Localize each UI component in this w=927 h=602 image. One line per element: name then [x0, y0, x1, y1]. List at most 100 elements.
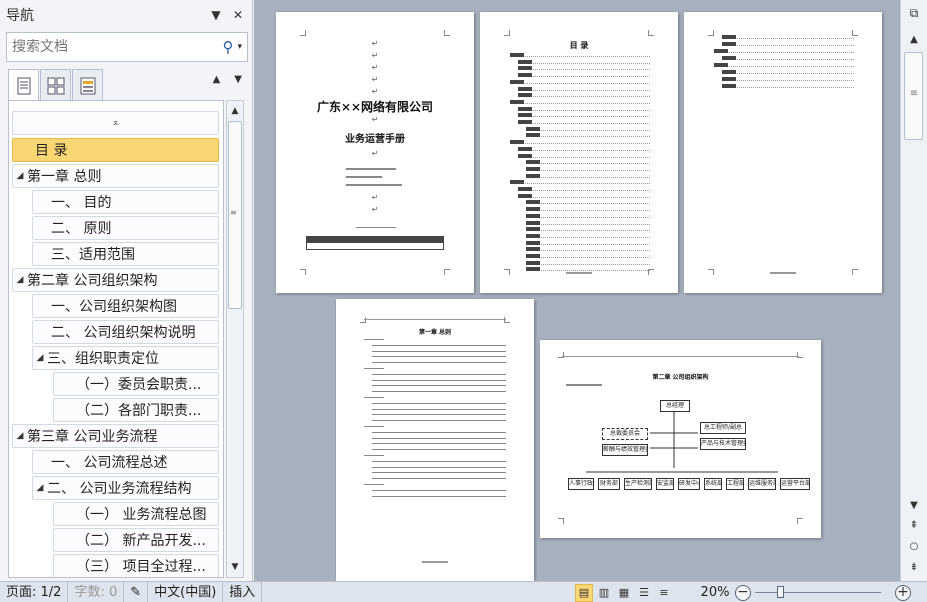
org-dept-box: 系统部: [704, 478, 722, 490]
scroll-up-icon[interactable]: ▲: [901, 34, 927, 45]
toc-entry: [526, 260, 650, 265]
expand-triangle-icon[interactable]: ◢: [33, 353, 47, 363]
text-line: [372, 350, 506, 352]
tree-item-process-chart[interactable]: （一） 业务流程总图: [53, 502, 219, 526]
tree-item-project[interactable]: （三） 项目全过程...: [53, 554, 219, 577]
nav-arrows: ▲ ▼: [213, 74, 242, 85]
close-icon[interactable]: ✕: [230, 8, 246, 22]
pages-grid-icon: [47, 77, 64, 94]
search-box[interactable]: ⚲ ▾: [6, 32, 248, 62]
text-line: [372, 495, 506, 497]
cover-title: 广东××网络有限公司: [316, 100, 434, 114]
tree-item-committee[interactable]: （一）委员会职责...: [53, 372, 219, 396]
page-indicator[interactable]: 页面: 1/2: [0, 581, 69, 602]
chevron-down-icon[interactable]: ▾: [237, 42, 242, 52]
ruler-toggle-icon[interactable]: ⧉: [901, 6, 927, 21]
insert-mode[interactable]: 插入: [223, 581, 263, 602]
expand-triangle-icon[interactable]: ◢: [13, 171, 27, 181]
toc-entry: [510, 99, 650, 104]
document-area[interactable]: ↵↵↵↵↵ 广东××网络有限公司 ↵ 业务运营手册 ↵ ↵↵ 目 录: [254, 0, 900, 581]
toc-entry: [526, 220, 650, 225]
language-indicator[interactable]: 中文(中国): [148, 581, 224, 602]
document-scrollbar[interactable]: ⧉ ▲ ≡ ▼ ⇞ ○ ⇟: [900, 0, 927, 581]
scroll-down-icon[interactable]: ▼: [901, 500, 927, 511]
page-chapter2[interactable]: 第二章 公司组织架构 总经理 总裁委员会 薪酬与绩效管理委员会 总工程师/副总 …: [540, 340, 821, 538]
text-line: [372, 414, 506, 416]
text-line: [364, 368, 384, 369]
outline-icon[interactable]: ☰: [635, 584, 653, 602]
text-line: [372, 402, 506, 404]
tab-results[interactable]: [72, 69, 103, 101]
tree-item-toc[interactable]: 目 录: [12, 138, 219, 162]
grip-icon: ≡: [230, 208, 237, 217]
tree-item-chapter1[interactable]: ◢ 第一章 总则: [12, 164, 219, 188]
tab-headings[interactable]: [8, 69, 39, 101]
web-layout-icon[interactable]: ▦: [615, 584, 633, 602]
view-buttons: ▤ ▥ ▦ ☰ ≡: [575, 582, 673, 602]
tree-item-org-duties[interactable]: ◢ 三、组织职责定位: [32, 346, 219, 370]
tree-item-process-structure[interactable]: ◢ 二、 公司业务流程结构: [32, 476, 219, 500]
text-line: [372, 379, 506, 381]
chevron-down-icon[interactable]: ▼: [208, 8, 224, 22]
previous-page-icon[interactable]: ⇞: [901, 520, 927, 531]
page-toc-continued[interactable]: [684, 12, 882, 293]
nav-tabs: [8, 69, 104, 101]
scroll-up-icon[interactable]: ▲: [227, 103, 243, 119]
page-cover[interactable]: ↵ ↵ ↵ ↵ ↵ 广东××网络有限公司 ↵ 业务运营手册 ↵ ↵ ↵: [276, 12, 474, 293]
page-toc[interactable]: 目 录: [480, 12, 678, 293]
tab-pages[interactable]: [40, 69, 71, 101]
org-box-right2: 产品与技术管理委员会: [700, 438, 746, 450]
expand-triangle-icon[interactable]: ◢: [13, 431, 27, 441]
zoom-slider-handle[interactable]: [777, 586, 784, 598]
search-input[interactable]: [12, 39, 223, 55]
draft-icon[interactable]: ≡: [655, 584, 673, 602]
text-line: [372, 478, 506, 480]
org-dept-box: 财务部: [598, 478, 620, 490]
tree-item-org-chart[interactable]: 一、公司组织架构图: [32, 294, 219, 318]
print-layout-icon[interactable]: ▤: [575, 583, 593, 602]
page-chapter1[interactable]: 第一章 总则: [336, 299, 534, 581]
toc-entry: [526, 267, 650, 272]
text-line: [372, 466, 506, 468]
tree-item-departments[interactable]: （二）各部门职责...: [53, 398, 219, 422]
proofing-icon[interactable]: ✎: [124, 581, 149, 602]
collapse-all-button[interactable]: ⌅: [12, 111, 219, 135]
tree-item-org-desc[interactable]: 二、 公司组织架构说明: [32, 320, 219, 344]
zoom-slider[interactable]: [755, 586, 881, 598]
word-count[interactable]: 字数: 0: [68, 581, 125, 602]
browse-object-icon[interactable]: ○: [901, 541, 927, 552]
toc-entry: [518, 66, 650, 71]
next-page-icon[interactable]: ⇟: [901, 562, 927, 573]
next-icon[interactable]: ▼: [234, 74, 242, 85]
toc-entry: [510, 79, 650, 84]
text-line: [372, 385, 506, 387]
tree-item-chapter2[interactable]: ◢ 第二章 公司组织架构: [12, 268, 219, 292]
org-dept-box: 研发中心: [678, 478, 700, 490]
text-line: [372, 460, 506, 462]
tree-item-new-product[interactable]: （二） 新产品开发...: [53, 528, 219, 552]
previous-icon[interactable]: ▲: [213, 74, 221, 85]
tree-item-principle[interactable]: 二、 原则: [32, 216, 219, 240]
zoom-level[interactable]: 20%: [695, 585, 735, 600]
text-line: [364, 455, 384, 456]
toc-entry: [526, 126, 650, 131]
cover-table: [306, 236, 444, 250]
text-line: [372, 362, 506, 364]
tree-scrollbar[interactable]: ▲ ≡ ▼: [226, 100, 244, 578]
expand-triangle-icon[interactable]: ◢: [33, 483, 47, 493]
expand-triangle-icon[interactable]: ◢: [13, 275, 27, 285]
search-icon[interactable]: ⚲: [222, 38, 233, 56]
zoom-in-icon[interactable]: +: [895, 584, 911, 601]
toc-entry: [526, 233, 650, 238]
toc-entry: [526, 240, 650, 245]
tree-item-process-overview[interactable]: 一、 公司流程总述: [32, 450, 219, 474]
tree-item-purpose[interactable]: 一、 目的: [32, 190, 219, 214]
reading-layout-icon[interactable]: ▥: [595, 584, 613, 602]
tree-item-chapter3[interactable]: ◢ 第三章 公司业务流程: [12, 424, 219, 448]
tree-item-scope[interactable]: 三、适用范围: [32, 242, 219, 266]
toc-entry: [510, 180, 650, 185]
text-line: [364, 426, 384, 427]
scroll-down-icon[interactable]: ▼: [227, 559, 243, 575]
zoom-out-icon[interactable]: −: [735, 584, 751, 601]
toc-entry: [526, 247, 650, 252]
